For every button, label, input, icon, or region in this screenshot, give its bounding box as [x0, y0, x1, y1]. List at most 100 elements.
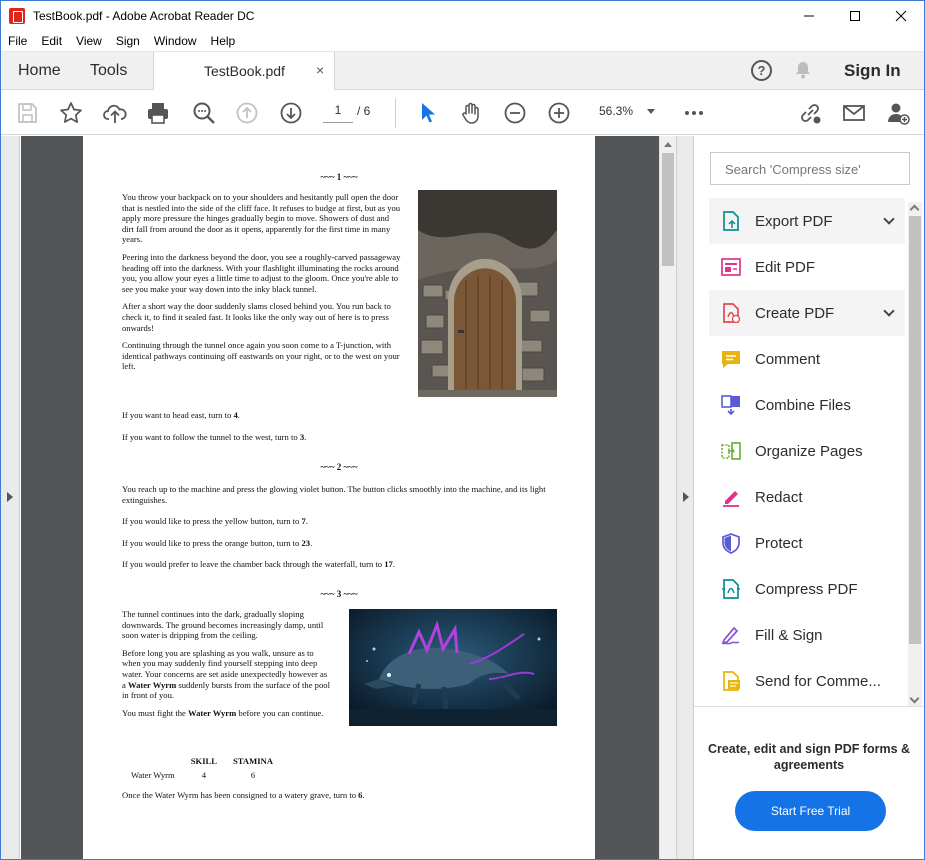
- sign-in-button[interactable]: Sign In: [844, 61, 901, 81]
- maximize-button[interactable]: [832, 1, 878, 31]
- tab-tools[interactable]: Tools: [90, 62, 127, 80]
- table-row: Water Wyrm 4 6: [124, 770, 280, 782]
- tab-home[interactable]: Home: [18, 62, 61, 80]
- scroll-up-arrow-icon[interactable]: [909, 204, 920, 215]
- menu-window[interactable]: Window: [147, 34, 204, 48]
- tools-search-input[interactable]: Search 'Compress size': [710, 152, 910, 185]
- more-tools-icon[interactable]: [682, 100, 708, 126]
- menu-help[interactable]: Help: [204, 34, 243, 48]
- fill-sign-icon: [721, 626, 740, 645]
- close-window-button[interactable]: [878, 1, 924, 31]
- scroll-up-arrow-icon[interactable]: [664, 142, 672, 147]
- toolbar: 1 / 6 56.3%: [1, 90, 924, 135]
- start-free-trial-button[interactable]: Start Free Trial: [735, 791, 886, 831]
- combine-files-icon: [721, 395, 740, 416]
- collapse-right-arrow-icon: [683, 492, 689, 502]
- enemy-stats-table: SKILL STAMINA Water Wyrm 4 6: [122, 754, 282, 783]
- save-icon[interactable]: [14, 100, 40, 126]
- close-icon: [895, 10, 907, 22]
- tool-redact[interactable]: Redact: [709, 474, 905, 520]
- tool-send-for-comment[interactable]: Send for Comme...: [709, 658, 905, 704]
- choice: If you would like to press the yellow bu…: [122, 516, 308, 527]
- help-icon[interactable]: ?: [751, 60, 772, 81]
- choice: If you want to head east, turn to 4.: [122, 410, 240, 420]
- pdf-page: ~~~ 1 ~~~ You throw your backpack on to …: [83, 136, 595, 859]
- document-viewer[interactable]: ~~~ 1 ~~~ You throw your backpack on to …: [21, 136, 659, 859]
- acrobat-app-icon: [9, 8, 25, 24]
- tab-row: Home Tools TestBook.pdf × ? Sign In: [1, 52, 924, 90]
- document-scrollbar[interactable]: [659, 136, 676, 859]
- paragraph: Peering into the darkness beyond the doo…: [122, 251, 401, 294]
- zoom-search-icon[interactable]: [191, 100, 217, 126]
- scroll-down-arrow-icon[interactable]: [909, 693, 920, 704]
- maximize-icon: [850, 11, 860, 21]
- menu-view[interactable]: View: [69, 34, 109, 48]
- minimize-button[interactable]: [786, 1, 832, 31]
- tool-combine-files[interactable]: Combine Files: [709, 382, 905, 428]
- redact-icon: [723, 491, 739, 507]
- right-pane-toggle[interactable]: [676, 136, 694, 859]
- paragraph: You reach up to the machine and press th…: [122, 484, 546, 505]
- paragraph: After a short way the door suddenly slam…: [122, 301, 391, 333]
- scroll-thumb[interactable]: [662, 153, 674, 266]
- chevron-down-icon[interactable]: [883, 213, 895, 225]
- left-nav-pane-toggle[interactable]: [1, 136, 20, 859]
- page-total: / 6: [357, 104, 371, 118]
- water-wyrm-illustration: [349, 609, 557, 726]
- tool-comment[interactable]: Comment: [709, 336, 905, 382]
- acrobat-window: TestBook.pdf - Adobe Acrobat Reader DC F…: [0, 0, 925, 860]
- chevron-down-icon[interactable]: [883, 305, 895, 317]
- email-icon[interactable]: [841, 100, 867, 126]
- tool-fill-sign[interactable]: Fill & Sign: [709, 612, 905, 658]
- stats-skill-header: SKILL: [190, 756, 218, 766]
- page-number-input[interactable]: 1: [323, 103, 353, 123]
- protect-icon: [722, 533, 740, 554]
- previous-page-icon[interactable]: [234, 100, 260, 126]
- tool-export-pdf[interactable]: Export PDF: [709, 198, 905, 244]
- compress-pdf-icon: [722, 579, 740, 599]
- select-pointer-icon[interactable]: [414, 100, 440, 126]
- tools-scrollbar[interactable]: [908, 202, 922, 707]
- tab-document[interactable]: TestBook.pdf ×: [153, 52, 335, 90]
- export-pdf-icon: [723, 211, 739, 231]
- menu-file[interactable]: File: [1, 34, 34, 48]
- promo-text: Create, edit and sign PDF forms & agreem…: [707, 742, 911, 772]
- tool-edit-pdf[interactable]: Edit PDF: [709, 244, 905, 290]
- menu-edit[interactable]: Edit: [34, 34, 69, 48]
- edit-pdf-icon: [721, 258, 741, 276]
- tool-protect[interactable]: Protect: [709, 520, 905, 566]
- section-1-text: You throw your backpack on to your shoul…: [122, 192, 402, 379]
- zoom-out-icon[interactable]: [502, 100, 528, 126]
- zoom-in-icon[interactable]: [546, 100, 572, 126]
- section-3-text: The tunnel continues into the dark, grad…: [122, 609, 332, 725]
- section-heading: ~~~ 3 ~~~: [320, 589, 358, 599]
- share-link-icon[interactable]: [797, 100, 823, 126]
- menu-bar: File Edit View Sign Window Help: [1, 31, 924, 52]
- upload-cloud-icon[interactable]: [102, 100, 128, 126]
- tools-list: Export PDF Edit PDF Create PDF Comment C…: [709, 198, 905, 704]
- choice: If you would like to press the orange bu…: [122, 537, 313, 548]
- create-pdf-icon: [723, 303, 741, 324]
- zoom-dropdown-chevron-icon[interactable]: [647, 109, 655, 114]
- tool-organize-pages[interactable]: Organize Pages: [709, 428, 905, 474]
- section-heading: ~~~ 1 ~~~: [320, 172, 358, 182]
- scroll-thumb[interactable]: [909, 216, 921, 644]
- paragraph: You must fight the Water Wyrm before you…: [122, 707, 324, 718]
- zoom-level-select[interactable]: 56.3%: [599, 104, 633, 118]
- tool-create-pdf[interactable]: Create PDF: [709, 290, 905, 336]
- next-page-icon[interactable]: [278, 100, 304, 126]
- paragraph: Before long you are splashing as you wal…: [122, 647, 330, 701]
- send-for-comment-icon: [723, 671, 740, 691]
- enemy-name: Water Wyrm: [131, 769, 175, 780]
- section-2-text: You reach up to the machine and press th…: [122, 484, 558, 577]
- minimize-icon: [804, 15, 814, 17]
- add-user-icon[interactable]: [885, 100, 911, 126]
- notification-bell-icon[interactable]: [793, 60, 813, 80]
- bookmark-star-icon[interactable]: [58, 100, 84, 126]
- tool-compress-pdf[interactable]: Compress PDF: [709, 566, 905, 612]
- menu-sign[interactable]: Sign: [109, 34, 147, 48]
- section-1-choices: If you want to head east, turn to 4. If …: [122, 410, 562, 449]
- tab-close-icon[interactable]: ×: [316, 62, 324, 78]
- hand-tool-icon[interactable]: [458, 100, 484, 126]
- print-icon[interactable]: [145, 100, 171, 126]
